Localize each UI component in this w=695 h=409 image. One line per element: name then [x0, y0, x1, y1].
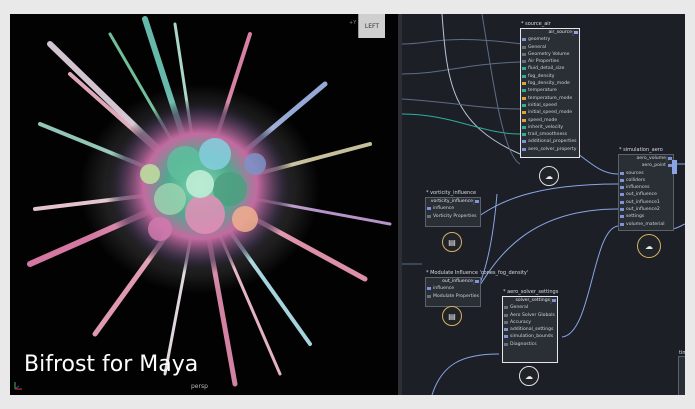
- node-port-row[interactable]: inherit_velocity: [521, 124, 579, 131]
- node-output-port[interactable]: vorticity_influence: [426, 198, 480, 205]
- node-port-row[interactable]: Vorticity Properties: [426, 213, 480, 220]
- node-title: time: [679, 350, 685, 356]
- node-port-row[interactable]: initial_speed_mode: [521, 109, 579, 116]
- node-output-port[interactable]: out_influence: [426, 278, 480, 285]
- node-port-row[interactable]: Diagnostics: [503, 341, 557, 348]
- node-port-row[interactable]: volume_material: [619, 221, 673, 228]
- node-time-stub[interactable]: time: [678, 350, 685, 395]
- node-port-row[interactable]: Accuracy: [503, 319, 557, 326]
- node-port-row[interactable]: colliders: [619, 177, 673, 184]
- vorticity-influence-shelf-icon[interactable]: ▤: [442, 232, 462, 252]
- node-port-row[interactable]: out_influence: [619, 191, 673, 198]
- node-output-port[interactable]: aero_volume: [619, 155, 673, 162]
- node-title: * source_air: [521, 21, 551, 27]
- node-port-row[interactable]: settings: [619, 213, 673, 220]
- node-port-row[interactable]: General: [503, 304, 557, 311]
- node-port-row[interactable]: initial_speed: [521, 102, 579, 109]
- node-port-row[interactable]: temperature_mode: [521, 95, 579, 102]
- source-air-shelf-icon[interactable]: ☁: [539, 166, 559, 186]
- explosion-render: [27, 16, 392, 387]
- node-port-row[interactable]: fog_density_mode: [521, 80, 579, 87]
- camera-label: persp: [191, 383, 208, 390]
- viewport-3d[interactable]: +Y LEFT Bifrost for Maya persp: [10, 14, 398, 395]
- node-port-row[interactable]: aero_solver_property: [521, 146, 579, 153]
- node-output-port[interactable]: air_source: [521, 29, 579, 36]
- aero-solver-settings-shelf-icon[interactable]: ☁: [519, 366, 539, 386]
- simulation-aero-shelf-icon[interactable]: ☁: [637, 234, 661, 258]
- node-port-row[interactable]: out_influence2: [619, 206, 673, 213]
- node-title: * simulation_aero: [619, 147, 663, 153]
- node-graph-editor[interactable]: * source_air ⋮ air_source geometry Gener…: [402, 14, 685, 395]
- node-title: * aero_solver_settings: [503, 289, 559, 295]
- node-aero-solver-settings[interactable]: * aero_solver_settings ⋮ solver_settings…: [502, 289, 558, 363]
- node-output-port[interactable]: solver_settings: [503, 297, 557, 304]
- node-port-row[interactable]: General: [521, 44, 579, 51]
- node-port-row[interactable]: Aero Solver Globals: [503, 312, 557, 319]
- axis-gizmo-icon: [14, 382, 22, 390]
- node-port-row[interactable]: additional_properties: [521, 138, 579, 145]
- node-port-row[interactable]: Air Properties: [521, 58, 579, 65]
- node-port-row[interactable]: geometry: [521, 36, 579, 43]
- app-frame: +Y LEFT Bifrost for Maya persp * source_…: [10, 14, 685, 395]
- node-source-air[interactable]: * source_air ⋮ air_source geometry Gener…: [520, 21, 580, 158]
- node-port-row[interactable]: influence: [426, 285, 480, 292]
- node-title: * vorticity_influence: [426, 190, 477, 196]
- modulate-influence-shelf-icon[interactable]: ▤: [442, 306, 462, 326]
- node-port-row[interactable]: temperature: [521, 87, 579, 94]
- node-port-row[interactable]: Geometry Volume: [521, 51, 579, 58]
- node-port-row[interactable]: out_influence1: [619, 199, 673, 206]
- node-port-row[interactable]: Modulate Properties: [426, 293, 480, 300]
- viewcube[interactable]: LEFT: [358, 14, 385, 38]
- node-port-row[interactable]: speed_mode: [521, 117, 579, 124]
- simulation-aero-output-bar[interactable]: [672, 160, 677, 174]
- node-port-row[interactable]: fluid_detail_size: [521, 65, 579, 72]
- viewcube-axis-tag: +Y: [349, 20, 357, 26]
- node-title: * Modulate Influence 'cones_fog_density': [426, 270, 529, 276]
- node-port-row[interactable]: trail_smoothness: [521, 131, 579, 138]
- node-port-row[interactable]: fog_density: [521, 73, 579, 80]
- node-port-row[interactable]: influences: [619, 184, 673, 191]
- node-port-row[interactable]: influence: [426, 205, 480, 212]
- node-modulate-influence[interactable]: * Modulate Influence 'cones_fog_density'…: [425, 270, 528, 307]
- node-port-row[interactable]: sources: [619, 170, 673, 177]
- node-vorticity-influence[interactable]: * vorticity_influence ⋮ vorticity_influe…: [425, 190, 481, 227]
- brand-title: Bifrost for Maya: [24, 352, 199, 377]
- node-output-port[interactable]: aero_point: [619, 162, 673, 169]
- node-simulation-aero[interactable]: * simulation_aero ⋮ aero_volume aero_poi…: [618, 147, 674, 231]
- node-port-row[interactable]: additional_settings: [503, 326, 557, 333]
- node-port-row[interactable]: simulation_bounds: [503, 333, 557, 340]
